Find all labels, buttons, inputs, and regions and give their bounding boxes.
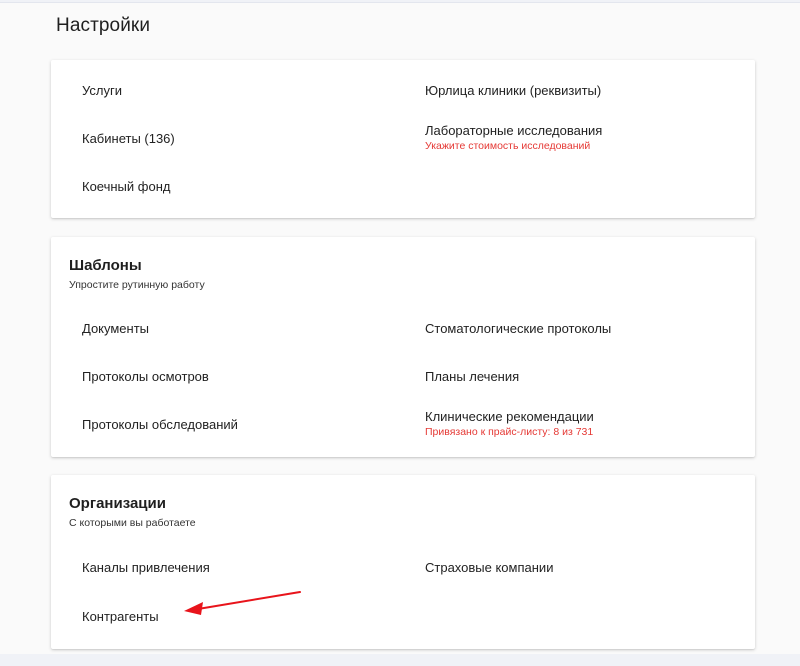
- counterparties-link[interactable]: Контрагенты: [82, 609, 159, 624]
- channels-link[interactable]: Каналы привлечения: [82, 560, 210, 575]
- services-link[interactable]: Услуги: [82, 83, 122, 98]
- general-settings-card: Услуги Юрлица клиники (реквизиты) Кабине…: [51, 60, 755, 218]
- dental-protocols-label: Стоматологические протоколы: [425, 321, 612, 336]
- templates-card: Шаблоны Упростите рутинную работу Докуме…: [51, 237, 755, 457]
- dental-protocols-link[interactable]: Стоматологические протоколы: [425, 321, 611, 336]
- exam-protocols-link[interactable]: Протоколы осмотров: [82, 369, 209, 384]
- clinical-guidelines-link[interactable]: Клинические рекомендации Привязано к пра…: [425, 409, 594, 438]
- lab-research-label: Лабораторные исследования: [425, 123, 603, 138]
- settings-page: Настройки Услуги Юрлица клиники (реквизи…: [0, 2, 800, 654]
- documents-link[interactable]: Документы: [82, 321, 149, 336]
- exam-protocols-label: Протоколы осмотров: [82, 369, 209, 384]
- treatment-plans-link[interactable]: Планы лечения: [425, 369, 519, 384]
- organizations-title: Организации: [69, 495, 166, 512]
- clinical-guidelines-label: Клинические рекомендации: [425, 409, 594, 424]
- services-label: Услуги: [82, 83, 122, 98]
- channels-label: Каналы привлечения: [82, 560, 210, 575]
- lab-research-hint: Укажите стоимость исследований: [425, 140, 591, 152]
- legal-entity-link[interactable]: Юрлица клиники (реквизиты): [425, 83, 601, 98]
- organizations-card: Организации С которыми вы работаете Кана…: [51, 475, 755, 649]
- bed-fund-link[interactable]: Коечный фонд: [82, 179, 170, 194]
- cabinets-label: Кабинеты (136): [82, 131, 175, 146]
- treatment-plans-label: Планы лечения: [425, 369, 520, 384]
- documents-label: Документы: [82, 321, 150, 336]
- templates-subtitle: Упростите рутинную работу: [69, 279, 205, 291]
- organizations-subtitle: С которыми вы работаете: [69, 517, 196, 529]
- survey-protocols-link[interactable]: Протоколы обследований: [82, 417, 238, 432]
- survey-protocols-label: Протоколы обследований: [82, 417, 238, 432]
- cabinets-link[interactable]: Кабинеты (136): [82, 131, 175, 146]
- page-title: Настройки: [56, 15, 151, 36]
- lab-research-link[interactable]: Лабораторные исследования Укажите стоимо…: [425, 123, 602, 152]
- legal-entity-label: Юрлица клиники (реквизиты): [425, 83, 602, 98]
- bed-fund-label: Коечный фонд: [82, 179, 171, 194]
- insurers-label: Страховые компании: [425, 560, 554, 575]
- clinical-guidelines-hint: Привязано к прайс-листу: 8 из 731: [425, 426, 594, 438]
- insurers-link[interactable]: Страховые компании: [425, 560, 553, 575]
- templates-title: Шаблоны: [69, 257, 142, 274]
- counterparties-label: Контрагенты: [82, 609, 159, 624]
